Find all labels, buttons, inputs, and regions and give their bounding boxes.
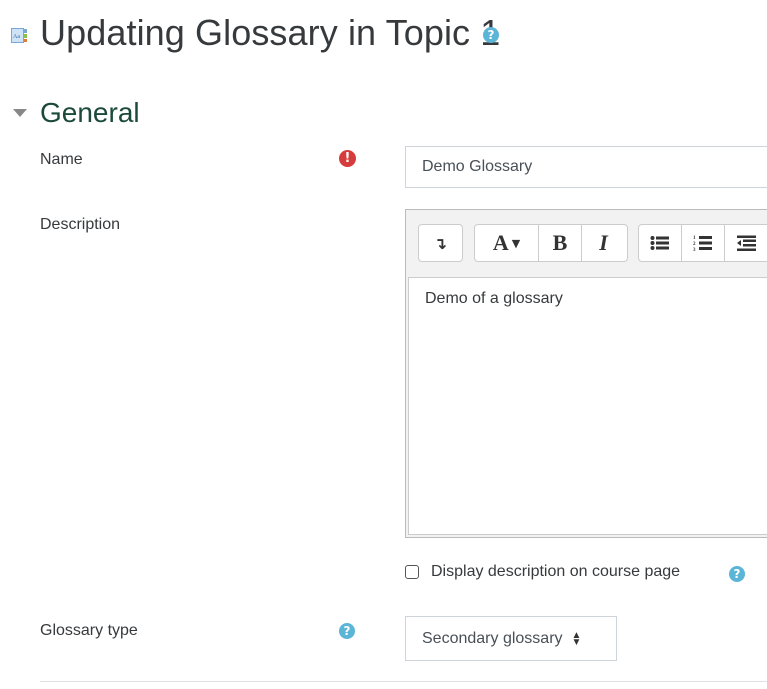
unordered-list-button[interactable] <box>639 225 682 261</box>
help-question-icon[interactable]: ? <box>729 566 745 582</box>
toolbar-toggle-button[interactable]: ↴ <box>419 225 462 261</box>
toolbar-group-2: A ▼ B I <box>474 224 628 262</box>
editor-content-area[interactable]: Demo of a glossary <box>408 277 767 535</box>
glossary-icon: Aa <box>11 28 27 43</box>
caret-down-icon: ▼ <box>511 236 521 250</box>
select-arrows-icon: ▲ ▼ <box>571 629 582 648</box>
toolbar-group-3: 1 2 3 <box>638 224 767 262</box>
glossary-type-select[interactable]: Secondary glossary ▲ ▼ <box>405 616 617 661</box>
svg-text:2: 2 <box>693 242 696 247</box>
name-label: Name <box>40 151 83 168</box>
toolbar-group-1: ↴ <box>418 224 463 262</box>
description-label: Description <box>40 216 121 233</box>
outdent-button[interactable] <box>725 225 767 261</box>
name-input[interactable] <box>405 146 767 188</box>
page-title: Updating Glossary in Topic 1 <box>40 12 501 53</box>
display-description-label[interactable]: Display description on course page <box>431 562 680 582</box>
glossary-type-value: Secondary glossary <box>422 629 563 647</box>
editor-text[interactable]: Demo of a glossary <box>425 290 563 308</box>
italic-icon: I <box>599 230 608 255</box>
font-style-button[interactable]: A ▼ <box>475 225 539 261</box>
ordered-list-button[interactable]: 1 2 3 <box>682 225 725 261</box>
svg-text:1: 1 <box>693 236 696 241</box>
editor-toolbar: ↴ A ▼ B I 1 2 3 <box>406 210 767 276</box>
arrow-down-icon: ↴ <box>433 233 448 253</box>
unordered-list-icon <box>650 236 669 250</box>
help-question-icon[interactable]: ? <box>339 623 355 639</box>
bold-button[interactable]: B <box>539 225 582 261</box>
svg-text:Aa: Aa <box>13 34 20 40</box>
caret-down-icon[interactable] <box>13 109 27 117</box>
bold-icon: B <box>552 230 568 255</box>
outdent-icon <box>736 235 756 251</box>
help-question-icon[interactable]: ? <box>483 27 499 43</box>
section-divider <box>40 681 767 682</box>
svg-text:3: 3 <box>693 248 696 252</box>
description-editor: ↴ A ▼ B I 1 2 3 Demo of a glossary <box>405 209 767 538</box>
ordered-list-icon: 1 2 3 <box>693 236 712 252</box>
italic-button[interactable]: I <box>582 225 625 261</box>
font-icon: A <box>492 230 509 255</box>
section-title-general[interactable]: General <box>40 94 140 132</box>
display-description-checkbox[interactable] <box>405 565 419 579</box>
exclamation-circle-icon: ! <box>339 150 356 167</box>
glossary-type-label: Glossary type <box>40 622 138 639</box>
